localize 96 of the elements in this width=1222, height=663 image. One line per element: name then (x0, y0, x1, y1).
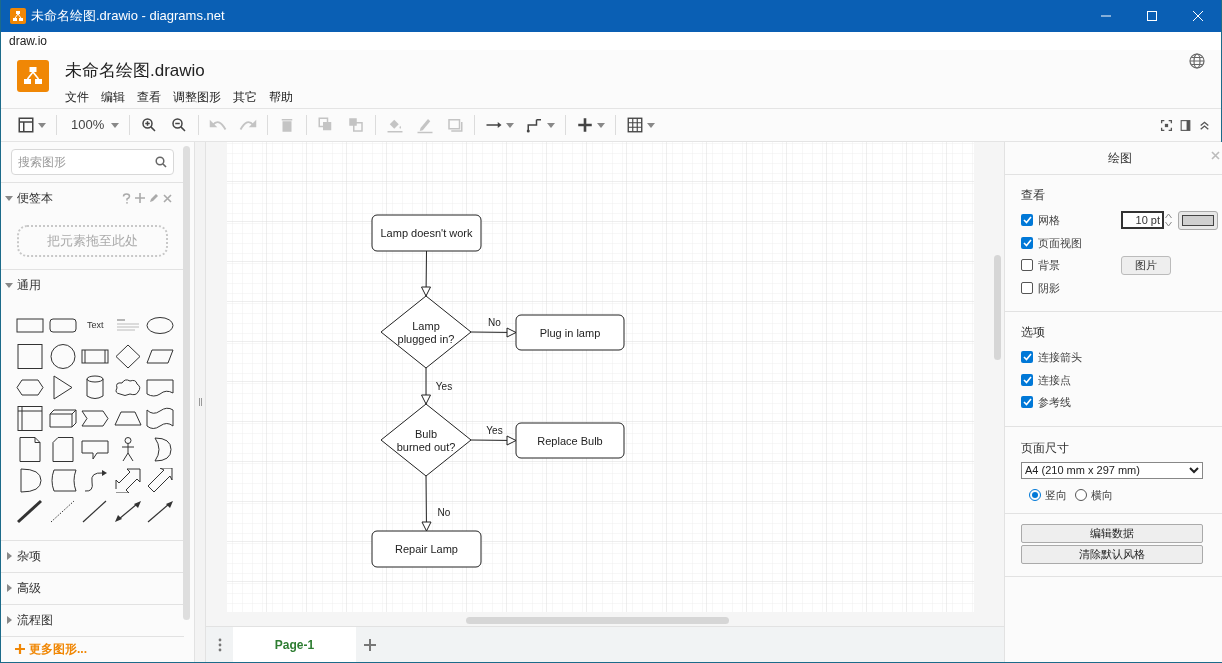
close-icon (1211, 151, 1220, 160)
arrow-shape[interactable] (145, 467, 176, 493)
page-size-dropdown[interactable]: A4 (210 mm x 297 mm) (1021, 461, 1203, 479)
plus-icon (363, 637, 377, 652)
maximize-icon (1147, 11, 1157, 21)
checkbox[interactable] (1021, 236, 1033, 249)
connector-arrow (470, 327, 517, 338)
expand-arrow-icon[interactable] (5, 584, 13, 593)
section-header[interactable]: 杂项 (17, 547, 41, 566)
plus-icon (576, 116, 595, 134)
tape-shape[interactable] (145, 405, 176, 431)
section-title: 选项 (1021, 324, 1046, 341)
checkbox[interactable] (1021, 214, 1033, 227)
text-shape[interactable]: Text (87, 318, 104, 333)
bidirectional-connector-shape[interactable] (112, 498, 143, 524)
checkbox[interactable] (1021, 259, 1033, 272)
grid-color-button[interactable] (1178, 210, 1218, 230)
section-header[interactable]: 流程图 (17, 611, 53, 630)
panel-title: 绘图 (1107, 150, 1132, 167)
process-box: Repair Lamp (371, 530, 482, 568)
panel-button[interactable]: 清除默认风格 (1021, 545, 1203, 564)
connector-arrow (421, 250, 431, 297)
menu-item[interactable]: 编辑 (101, 87, 125, 106)
expand-arrow-icon[interactable] (5, 616, 13, 625)
section-header[interactable]: 高级 (17, 579, 41, 598)
decision-diamond: Bulb burned out? (380, 403, 472, 477)
page-tab[interactable]: Page-1 (233, 627, 356, 662)
connector-arrow (421, 475, 432, 532)
square-shape[interactable] (15, 343, 46, 369)
collapse-button[interactable] (1198, 118, 1211, 132)
radio-label: 竖向 (1045, 487, 1067, 503)
shadow-icon (446, 116, 465, 134)
checkbox[interactable] (1021, 281, 1033, 294)
pen-icon (416, 116, 435, 134)
format-panel-icon (17, 116, 35, 134)
app-icon (10, 8, 26, 24)
grid-size-field[interactable]: 10 pt (1121, 211, 1164, 230)
menu-item[interactable]: 查看 (137, 87, 161, 106)
collapse-arrow-icon[interactable] (5, 281, 13, 290)
fullscreen-icon (1160, 118, 1173, 132)
circle-shape[interactable] (47, 343, 78, 369)
zoom-dropdown[interactable]: 100% (65, 113, 122, 137)
menu-item[interactable]: 调整图形 (173, 87, 221, 106)
internal-storage-shape[interactable] (15, 405, 46, 431)
checkbox[interactable] (1021, 373, 1033, 386)
app-label: draw.io (9, 33, 48, 50)
decision-diamond: Lamp plugged in? (380, 295, 472, 369)
sidebar-panel-icon (1179, 118, 1192, 132)
checkbox-label: 连接箭头 (1038, 350, 1082, 365)
radio-label: 横向 (1091, 487, 1113, 503)
menu-item[interactable]: 文件 (65, 87, 89, 106)
search-field[interactable]: 搜索图形 (11, 148, 174, 175)
process-box: Lamp doesn't work (371, 214, 482, 252)
section-header[interactable]: 便签本 (17, 189, 53, 208)
checkbox[interactable] (1021, 351, 1033, 364)
search-icon[interactable] (155, 155, 167, 168)
table-icon (626, 116, 645, 134)
scroll-bar[interactable] (994, 255, 1001, 360)
globe-icon[interactable] (1189, 53, 1205, 69)
double-chevron-icon (1198, 118, 1211, 132)
chevron-down-icon (1189, 466, 1199, 474)
checkbox-label: 阴影 (1038, 280, 1061, 296)
send-to-back-icon (347, 116, 366, 134)
checkbox-label: 网格 (1038, 213, 1061, 228)
checkbox[interactable] (1021, 396, 1033, 409)
menu-item[interactable]: 其它 (233, 87, 257, 106)
format-panel-button[interactable] (1179, 118, 1192, 132)
more-vertical-icon (217, 637, 222, 652)
section-title: 查看 (1021, 187, 1046, 204)
scroll-bar[interactable] (183, 146, 190, 620)
plus-icon (15, 644, 25, 655)
minimize-icon (1101, 15, 1111, 17)
checkbox-label: 连接点 (1038, 372, 1071, 388)
resize-handle-icon[interactable] (198, 398, 202, 406)
image-button[interactable]: 图片 (1121, 255, 1171, 275)
directional-connector-shape[interactable] (145, 498, 176, 524)
app-logo (17, 60, 49, 92)
checkbox-label: 背景 (1038, 258, 1061, 273)
menu-item[interactable]: 帮助 (269, 87, 293, 106)
section-title: 页面尺寸 (1021, 439, 1070, 457)
section-header[interactable]: 通用 (17, 276, 41, 295)
expand-arrow-icon[interactable] (5, 552, 13, 561)
connector-arrow (421, 367, 431, 405)
checkbox-label: 页面视图 (1038, 235, 1083, 251)
checkbox-label: 参考线 (1038, 395, 1071, 410)
radio-button[interactable] (1075, 488, 1087, 501)
panel-button[interactable]: 编辑数据 (1021, 524, 1203, 543)
fullscreen-button[interactable] (1160, 118, 1173, 132)
collapse-arrow-icon[interactable] (5, 194, 13, 203)
scroll-bar[interactable] (466, 617, 729, 624)
window-title: 未命名绘图.drawio - diagrams.net (31, 7, 225, 26)
document-title[interactable]: 未命名绘图.drawio (65, 58, 293, 84)
close-icon (1193, 11, 1203, 21)
connector-arrow (470, 435, 517, 446)
process-box: Plug in lamp (515, 314, 625, 351)
process-box: Replace Bulb (515, 422, 625, 459)
